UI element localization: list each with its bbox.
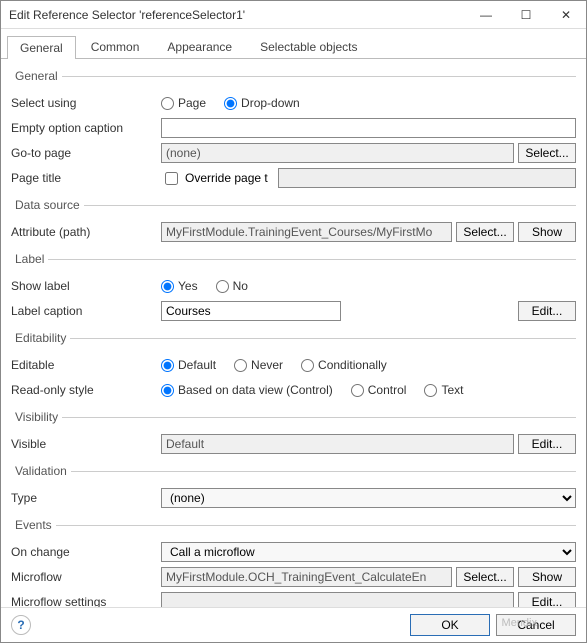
microflow-show-button[interactable]: Show	[518, 567, 576, 587]
label-caption-input[interactable]	[161, 301, 341, 321]
section-editability: Editability Editable Default Never Condi…	[11, 331, 576, 404]
microflow-label: Microflow	[11, 570, 161, 584]
help-icon[interactable]: ?	[11, 615, 31, 635]
goto-page-label: Go-to page	[11, 146, 161, 160]
close-button[interactable]: ✕	[546, 1, 586, 29]
microflow-settings-label: Microflow settings	[11, 595, 161, 607]
section-label: Label Show label Yes No Label caption Ed…	[11, 252, 576, 325]
select-using-page-radio[interactable]: Page	[161, 96, 206, 110]
section-visibility: Visibility Visible Edit...	[11, 410, 576, 458]
tab-bar: General Common Appearance Selectable obj…	[1, 29, 586, 59]
section-events-legend: Events	[11, 518, 56, 532]
tab-content: General Select using Page Drop-down Empt…	[1, 59, 586, 607]
on-change-select[interactable]: Call a microflow	[161, 542, 576, 562]
validation-type-label: Type	[11, 491, 161, 505]
microflow-settings-edit-button[interactable]: Edit...	[518, 592, 576, 607]
attribute-path-label: Attribute (path)	[11, 225, 161, 239]
maximize-button[interactable]: ☐	[506, 1, 546, 29]
section-validation: Validation Type (none)	[11, 464, 576, 512]
label-caption-label: Label caption	[11, 304, 161, 318]
section-label-legend: Label	[11, 252, 48, 266]
cancel-button[interactable]: Cancel	[496, 614, 576, 636]
visible-input[interactable]	[161, 434, 514, 454]
section-data-source-legend: Data source	[11, 198, 84, 212]
readonly-text-radio[interactable]: Text	[424, 383, 463, 397]
section-data-source: Data source Attribute (path) Select... S…	[11, 198, 576, 246]
section-general-legend: General	[11, 69, 62, 83]
readonly-based-radio[interactable]: Based on data view (Control)	[161, 383, 333, 397]
show-label-yes-radio[interactable]: Yes	[161, 279, 198, 293]
page-title-label: Page title	[11, 171, 161, 185]
minimize-button[interactable]: —	[466, 1, 506, 29]
override-page-title-checkbox[interactable]: Override page t	[161, 169, 268, 188]
microflow-input[interactable]	[161, 567, 452, 587]
tab-common[interactable]: Common	[78, 35, 153, 58]
readonly-control-radio[interactable]: Control	[351, 383, 407, 397]
editable-label: Editable	[11, 358, 161, 372]
tab-appearance[interactable]: Appearance	[154, 35, 245, 58]
attribute-show-button[interactable]: Show	[518, 222, 576, 242]
visible-edit-button[interactable]: Edit...	[518, 434, 576, 454]
visible-label: Visible	[11, 437, 161, 451]
section-editability-legend: Editability	[11, 331, 70, 345]
microflow-settings-input	[161, 592, 514, 607]
empty-option-label: Empty option caption	[11, 121, 161, 135]
dialog-window: Edit Reference Selector 'referenceSelect…	[0, 0, 587, 643]
section-visibility-legend: Visibility	[11, 410, 62, 424]
empty-option-input[interactable]	[161, 118, 576, 138]
ok-button[interactable]: OK	[410, 614, 490, 636]
tab-selectable-objects[interactable]: Selectable objects	[247, 35, 370, 58]
window-title: Edit Reference Selector 'referenceSelect…	[9, 8, 466, 22]
on-change-label: On change	[11, 545, 161, 559]
editable-default-radio[interactable]: Default	[161, 358, 216, 372]
show-label-no-radio[interactable]: No	[216, 279, 248, 293]
titlebar-buttons: — ☐ ✕	[466, 1, 586, 29]
editable-conditionally-radio[interactable]: Conditionally	[301, 358, 387, 372]
microflow-select-button[interactable]: Select...	[456, 567, 514, 587]
label-caption-edit-button[interactable]: Edit...	[518, 301, 576, 321]
editable-never-radio[interactable]: Never	[234, 358, 283, 372]
attribute-select-button[interactable]: Select...	[456, 222, 514, 242]
select-using-dropdown-radio[interactable]: Drop-down	[224, 96, 300, 110]
tab-general[interactable]: General	[7, 36, 76, 59]
section-events: Events On change Call a microflow Microf…	[11, 518, 576, 607]
goto-page-input[interactable]	[161, 143, 514, 163]
attribute-path-input[interactable]	[161, 222, 452, 242]
show-label-label: Show label	[11, 279, 161, 293]
titlebar: Edit Reference Selector 'referenceSelect…	[1, 1, 586, 29]
page-title-input	[278, 168, 576, 188]
validation-type-select[interactable]: (none)	[161, 488, 576, 508]
readonly-style-label: Read-only style	[11, 383, 161, 397]
section-general: General Select using Page Drop-down Empt…	[11, 69, 576, 192]
select-using-label: Select using	[11, 96, 161, 110]
section-validation-legend: Validation	[11, 464, 71, 478]
goto-page-select-button[interactable]: Select...	[518, 143, 576, 163]
dialog-footer: ? OK Cancel	[1, 607, 586, 642]
